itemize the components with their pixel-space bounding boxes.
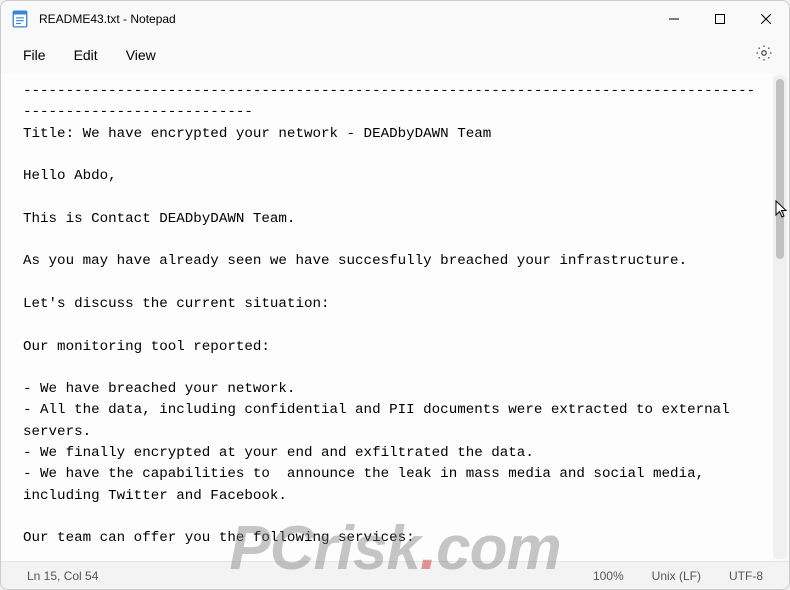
menu-edit[interactable]: Edit [60,41,112,69]
maximize-button[interactable] [697,1,743,37]
statusbar: Ln 15, Col 54 100% Unix (LF) UTF-8 [1,561,789,589]
editor-textarea[interactable]: ----------------------------------------… [1,73,773,561]
status-zoom[interactable]: 100% [579,569,638,583]
window-title: README43.txt - Notepad [39,12,176,26]
close-button[interactable] [743,1,789,37]
status-position: Ln 15, Col 54 [13,569,112,583]
menu-view[interactable]: View [112,41,170,69]
editor-wrap: ----------------------------------------… [1,73,789,561]
scroll-thumb[interactable] [776,79,784,259]
status-eol: Unix (LF) [638,569,715,583]
vertical-scrollbar[interactable] [773,75,787,559]
minimize-button[interactable] [651,1,697,37]
settings-button[interactable] [747,38,781,72]
menu-file[interactable]: File [9,41,60,69]
notepad-icon [11,10,29,28]
menubar: File Edit View [1,37,789,73]
titlebar[interactable]: README43.txt - Notepad [1,1,789,37]
notepad-window: README43.txt - Notepad File Edit View --… [0,0,790,590]
gear-icon [755,44,773,67]
status-encoding: UTF-8 [715,569,777,583]
